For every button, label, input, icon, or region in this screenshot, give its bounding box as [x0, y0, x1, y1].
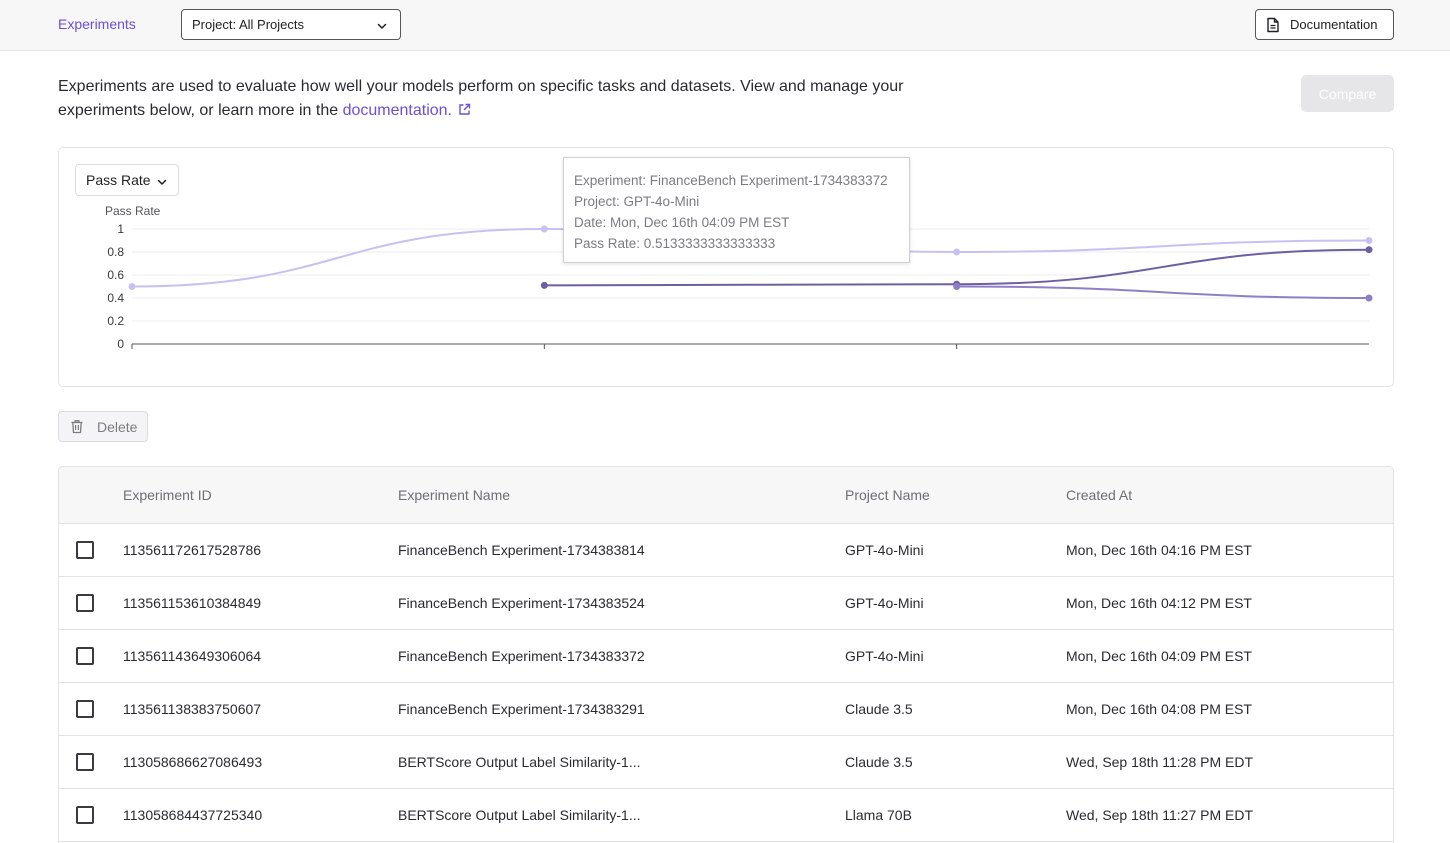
metric-select[interactable]: Pass Rate [75, 164, 179, 196]
external-link-icon[interactable] [458, 103, 471, 116]
cell-experiment-id: 113561172617528786 [123, 542, 262, 558]
y-tick-label: 0 [117, 337, 124, 351]
documentation-button-label: Documentation [1290, 17, 1378, 32]
project-filter-select[interactable]: Project: All Projects [181, 9, 401, 40]
row-checkbox[interactable] [76, 753, 94, 771]
column-header-created-at[interactable]: Created At [1066, 487, 1132, 503]
cell-created-at: Mon, Dec 16th 04:12 PM EST [1066, 595, 1252, 611]
cell-experiment-name: FinanceBench Experiment-1734383524 [398, 595, 645, 611]
chart-tooltip: Experiment: FinanceBench Experiment-1734… [563, 157, 910, 263]
chart-panel: Pass Rate 0 0.2 0.4 0.6 0.8 1 Pass Rate Experi… [58, 147, 1394, 387]
cell-experiment-name: FinanceBench Experiment-1734383291 [398, 701, 645, 717]
cell-project-name: GPT-4o-Mini [845, 648, 924, 664]
data-point [953, 248, 961, 256]
trash-icon [71, 420, 83, 434]
cell-experiment-id: 113058684437725340 [123, 807, 263, 823]
table-row[interactable]: 113561172617528786 FinanceBench Experime… [59, 524, 1393, 577]
cell-experiment-name: BERTScore Output Label Similarity-1... [398, 754, 641, 770]
experiments-table: Experiment ID Experiment Name Project Na… [58, 466, 1394, 843]
cell-project-name: Llama 70B [845, 807, 912, 823]
cell-created-at: Wed, Sep 18th 11:27 PM EDT [1066, 807, 1254, 823]
chevron-down-icon [157, 179, 167, 185]
data-point [540, 225, 548, 233]
y-axis-label: Pass Rate [105, 204, 161, 218]
intro-text-body: Experiments are used to evaluate how wel… [58, 78, 904, 119]
column-header-experiment-id[interactable]: Experiment ID [123, 487, 212, 503]
cell-created-at: Mon, Dec 16th 04:09 PM EST [1066, 648, 1252, 664]
table-header: Experiment ID Experiment Name Project Na… [59, 467, 1393, 524]
project-filter-value: Project: All Projects [192, 17, 304, 32]
delete-button-label: Delete [97, 418, 138, 435]
delete-button[interactable]: Delete [58, 411, 148, 442]
tooltip-experiment: Experiment: FinanceBench Experiment-1734… [574, 173, 888, 188]
top-bar: Experiments Project: All Projects Docume… [0, 0, 1450, 51]
cell-experiment-name: FinanceBench Experiment-1734383814 [398, 542, 645, 558]
documentation-button[interactable]: Documentation [1255, 9, 1394, 40]
series-line-3 [956, 285, 1370, 299]
table-row[interactable]: 113058684437725340 BERTScore Output Labe… [59, 789, 1393, 842]
data-point [1365, 237, 1373, 244]
y-tick-label: 0.8 [107, 245, 124, 259]
y-tick-label: 0.6 [107, 268, 124, 282]
cell-project-name: Claude 3.5 [845, 701, 913, 717]
table-row[interactable]: 113561138383750607 FinanceBench Experime… [59, 683, 1393, 736]
cell-created-at: Wed, Sep 18th 11:28 PM EDT [1066, 754, 1254, 770]
cell-experiment-name: BERTScore Output Label Similarity-1... [398, 807, 641, 823]
cell-project-name: GPT-4o-Mini [845, 542, 924, 558]
tooltip-project: Project: GPT-4o-Mini [574, 194, 700, 209]
cell-experiment-id: 113058686627086493 [123, 754, 263, 770]
intro-text: Experiments are used to evaluate how wel… [58, 75, 938, 123]
nav-experiments-link[interactable]: Experiments [58, 16, 136, 32]
data-point [540, 281, 548, 289]
row-checkbox[interactable] [76, 541, 94, 559]
table-row[interactable]: 113561143649306064 FinanceBench Experime… [59, 630, 1393, 683]
compare-button[interactable]: Compare [1301, 75, 1394, 112]
metric-select-value: Pass Rate [86, 172, 151, 188]
data-point [1365, 246, 1373, 254]
row-checkbox[interactable] [76, 700, 94, 718]
cell-project-name: GPT-4o-Mini [845, 595, 924, 611]
column-header-project-name[interactable]: Project Name [845, 487, 930, 503]
y-tick-label: 0.4 [107, 291, 124, 305]
document-icon [1267, 17, 1279, 32]
table-row[interactable]: 113561153610384849 FinanceBench Experime… [59, 577, 1393, 630]
data-point [953, 283, 961, 290]
row-checkbox[interactable] [76, 806, 94, 824]
cell-created-at: Mon, Dec 16th 04:08 PM EST [1066, 701, 1252, 717]
cell-project-name: Claude 3.5 [845, 754, 913, 770]
chevron-down-icon [377, 23, 387, 29]
data-point [128, 283, 136, 290]
row-checkbox[interactable] [76, 647, 94, 665]
documentation-link[interactable]: documentation. [343, 102, 452, 119]
data-point [1365, 294, 1373, 302]
tooltip-pass-rate: Pass Rate: 0.5133333333333333 [574, 236, 776, 251]
cell-experiment-id: 113561143649306064 [123, 648, 262, 664]
cell-experiment-id: 113561153610384849 [123, 595, 262, 611]
tooltip-date: Date: Mon, Dec 16th 04:09 PM EST [574, 215, 790, 230]
row-checkbox[interactable] [76, 594, 94, 612]
cell-experiment-name: FinanceBench Experiment-1734383372 [398, 648, 645, 664]
cell-created-at: Mon, Dec 16th 04:16 PM EST [1066, 542, 1252, 558]
cell-experiment-id: 113561138383750607 [123, 701, 262, 717]
y-tick-label: 1 [117, 222, 124, 236]
y-tick-label: 0.2 [107, 314, 124, 328]
column-header-experiment-name[interactable]: Experiment Name [398, 487, 510, 503]
table-row[interactable]: 113058686627086493 BERTScore Output Labe… [59, 736, 1393, 789]
